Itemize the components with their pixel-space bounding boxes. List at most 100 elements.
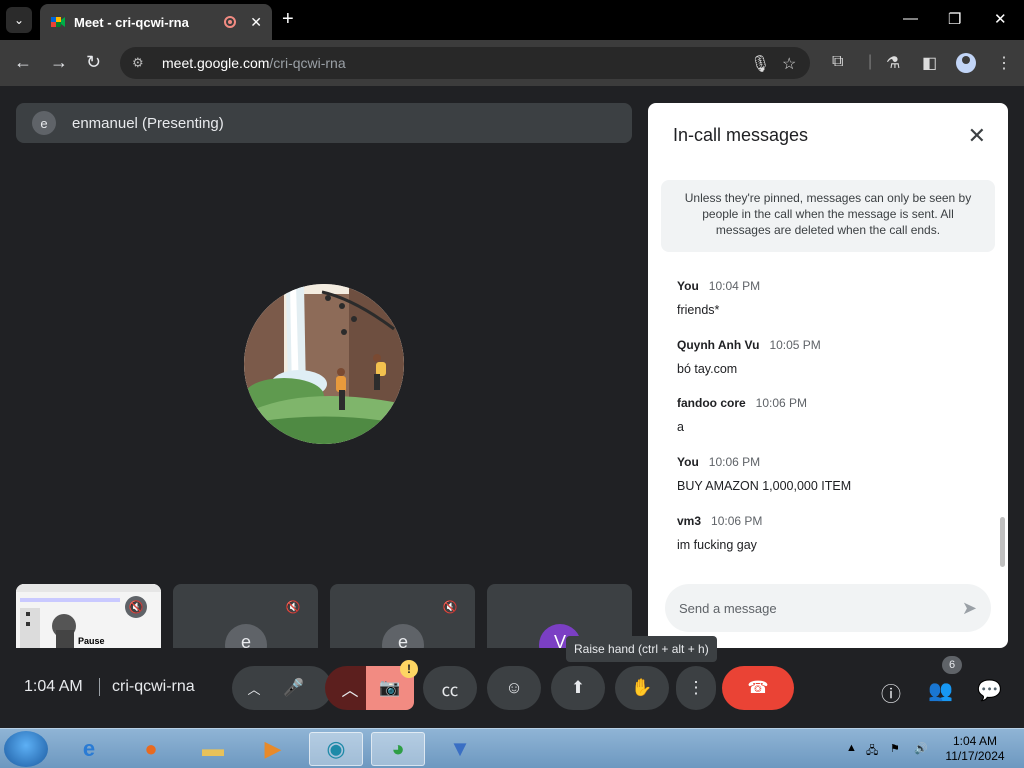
recording-indicator-icon bbox=[224, 16, 237, 28]
windows-start-icon[interactable] bbox=[4, 731, 48, 767]
chat-title: In-call messages bbox=[673, 125, 809, 145]
meet-app-icon[interactable]: ◉ bbox=[309, 732, 363, 766]
emoji-reactions-icon[interactable]: ☺ bbox=[487, 666, 541, 710]
thumbnail-participant[interactable]: 🔇 e bbox=[330, 584, 475, 648]
restore-icon[interactable]: ❐ bbox=[948, 10, 961, 28]
meeting-code: cri-qcwi-rna bbox=[112, 678, 195, 695]
presenter-label: enmanuel (Presenting) bbox=[72, 114, 224, 132]
taskbar-clock[interactable]: 1:04 AM 11/17/2024 bbox=[940, 734, 1010, 764]
message-sender: fandoo core bbox=[677, 396, 746, 410]
bookmark-star-icon[interactable]: ☆ bbox=[782, 54, 796, 74]
back-arrow-icon[interactable]: ← bbox=[14, 52, 32, 73]
chat-message: vm3 10:06 PM im fucking gay bbox=[677, 512, 762, 552]
firefox-icon[interactable]: ● bbox=[124, 732, 178, 766]
message-text: BUY AMAZON 1,000,000 ITEM bbox=[677, 479, 852, 493]
message-placeholder: Send a message bbox=[679, 600, 777, 616]
in-call-messages-panel: In-call messages ✕ Unless they're pinned… bbox=[648, 103, 1008, 648]
labs-flask-icon[interactable]: ⚗ bbox=[886, 53, 900, 73]
meeting-time: 1:04 AM bbox=[24, 678, 83, 695]
url-path: /cri-qcwi-rna bbox=[269, 55, 346, 71]
present-screen-icon[interactable]: ⬆ bbox=[551, 666, 605, 710]
new-tab-plus-icon[interactable]: + bbox=[282, 8, 294, 31]
network-icon[interactable]: 🖧 bbox=[866, 742, 878, 761]
message-text: friends* bbox=[677, 303, 720, 317]
message-sender: Quynh Anh Vu bbox=[677, 338, 760, 352]
volume-icon[interactable]: 🔊 bbox=[914, 742, 928, 755]
muted-mic-icon: 🔇 bbox=[442, 600, 458, 614]
side-panel-icon[interactable]: ◧ bbox=[922, 53, 937, 73]
chat-message: fandoo core 10:06 PM a bbox=[677, 394, 807, 434]
message-sender: vm3 bbox=[677, 514, 702, 528]
chrome-icon[interactable]: ◕ bbox=[371, 732, 425, 766]
window-close-icon[interactable]: ✕ bbox=[994, 10, 1007, 28]
audio-options-chevron-up-icon[interactable]: ︿ bbox=[240, 666, 268, 710]
chat-message: You 10:04 PM friends* bbox=[677, 277, 760, 317]
send-icon[interactable]: ➤ bbox=[962, 598, 977, 619]
more-options-icon[interactable]: ⋮ bbox=[676, 666, 716, 710]
chat-scrollbar[interactable] bbox=[1000, 517, 1005, 567]
hiking-illustration bbox=[244, 284, 404, 444]
tab-search-chevron-down-icon[interactable]: ⌄ bbox=[6, 7, 32, 33]
minimize-icon[interactable]: — bbox=[903, 10, 918, 27]
tab-close-icon[interactable]: ✕ bbox=[250, 14, 262, 31]
message-time: 10:06 PM bbox=[708, 455, 761, 469]
more-menu-icon[interactable]: ⋮ bbox=[996, 53, 1012, 73]
presenter-avatar: e bbox=[32, 111, 56, 135]
file-explorer-icon[interactable]: ▬ bbox=[186, 732, 240, 766]
close-chat-icon[interactable]: ✕ bbox=[968, 123, 986, 149]
people-icon[interactable]: 👥 bbox=[928, 678, 953, 703]
participant-avatar: e bbox=[382, 624, 424, 648]
tab-meet[interactable]: Meet - cri-qcwi-rna ✕ bbox=[40, 4, 272, 40]
muted-mic-icon: 🔇 bbox=[125, 596, 147, 618]
google-meet-favicon-icon bbox=[50, 14, 66, 30]
tab-title: Meet - cri-qcwi-rna bbox=[74, 14, 189, 30]
chat-icon[interactable]: 💬 bbox=[977, 678, 1002, 703]
toolbar-separator: | bbox=[868, 53, 873, 70]
chat-message: Quynh Anh Vu 10:05 PM bó tay.com bbox=[677, 336, 821, 376]
muted-mic-icon: 🔇 bbox=[285, 600, 301, 614]
url-host: meet.google.com bbox=[162, 55, 270, 71]
profile-avatar-icon[interactable] bbox=[956, 53, 976, 73]
media-player-icon[interactable]: ▶ bbox=[246, 732, 300, 766]
windows-taskbar: e ● ▬ ▶ ◉ ◕ ▼ ▲ 🖧 ⚑ 🔊 1:04 AM 11/17/2024 bbox=[0, 728, 1024, 768]
browser-toolbar: ← → ↻ ⚙ meet.google.com/cri-qcwi-rna 🎙 ☆… bbox=[0, 40, 1024, 86]
extensions-icon[interactable]: ⧉ bbox=[832, 53, 843, 71]
meet-stage: e enmanuel (Presenting) Pause 🔇 🔇 e 🔇 e … bbox=[0, 86, 1024, 728]
message-time: 10:04 PM bbox=[708, 279, 761, 293]
message-sender: You bbox=[677, 279, 699, 293]
message-text: a bbox=[677, 420, 684, 434]
cleaner-broom-icon[interactable]: ▼ bbox=[433, 732, 487, 766]
browser-titlebar: ⌄ Meet - cri-qcwi-rna ✕ + — ❐ ✕ bbox=[0, 0, 1024, 40]
action-center-flag-icon[interactable]: ⚑ bbox=[890, 742, 900, 755]
microphone-icon[interactable]: 🎤 bbox=[272, 666, 316, 710]
message-text: bó tay.com bbox=[677, 362, 738, 376]
message-time: 10:06 PM bbox=[755, 396, 808, 410]
taskbar-date: 11/17/2024 bbox=[945, 749, 1005, 763]
internet-explorer-icon[interactable]: e bbox=[62, 732, 116, 766]
thumbnail-participant[interactable]: 🔇 e bbox=[173, 584, 318, 648]
captions-icon[interactable]: ㏄ bbox=[423, 666, 477, 710]
microphone-in-use-icon[interactable]: 🎙 bbox=[750, 54, 770, 74]
participant-avatar: e bbox=[225, 624, 267, 648]
chat-message: You 10:06 PM BUY AMAZON 1,000,000 ITEM bbox=[677, 453, 851, 493]
taskbar-time: 1:04 AM bbox=[952, 734, 998, 748]
leave-call-icon[interactable]: ☎ bbox=[722, 666, 794, 710]
divider bbox=[99, 678, 100, 696]
raise-hand-icon[interactable]: ✋ bbox=[615, 666, 669, 710]
send-message-input[interactable]: Send a message ➤ bbox=[665, 584, 991, 632]
message-time: 10:06 PM bbox=[711, 514, 763, 528]
site-settings-icon[interactable]: ⚙ bbox=[132, 55, 150, 71]
forward-arrow-icon[interactable]: → bbox=[50, 52, 68, 73]
chat-notice: Unless they're pinned, messages can only… bbox=[661, 180, 995, 252]
show-hidden-icons-icon[interactable]: ▲ bbox=[846, 742, 857, 754]
camera-warning-badge: ! bbox=[400, 660, 418, 678]
reload-icon[interactable]: ↻ bbox=[86, 52, 101, 73]
raise-hand-tooltip: Raise hand (ctrl + alt + h) bbox=[566, 636, 717, 662]
people-count-badge: 6 bbox=[942, 656, 962, 674]
message-sender: You bbox=[677, 455, 699, 469]
message-text: im fucking gay bbox=[677, 538, 757, 552]
thumbnail-screen-share[interactable]: Pause 🔇 bbox=[16, 584, 161, 648]
presenter-bar[interactable]: e enmanuel (Presenting) bbox=[16, 103, 632, 143]
address-bar[interactable]: ⚙ meet.google.com/cri-qcwi-rna bbox=[120, 47, 810, 79]
meeting-details-info-icon[interactable]: ⓘ bbox=[881, 678, 901, 707]
